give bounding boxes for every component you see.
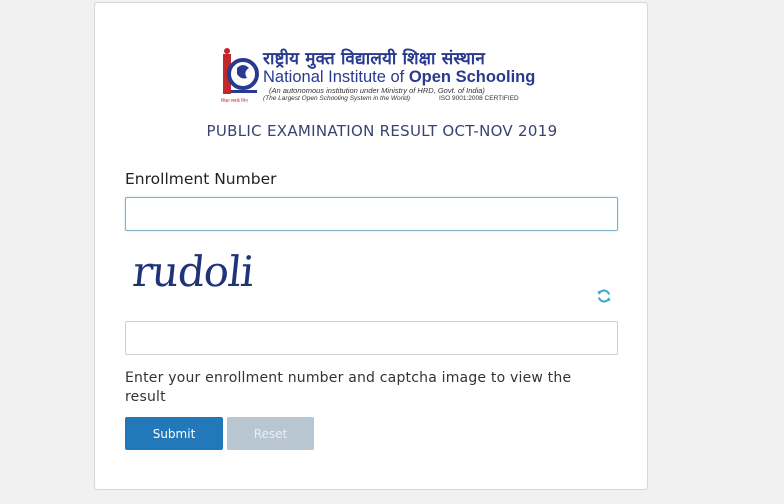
reset-button[interactable]: Reset — [227, 417, 314, 450]
captcha-text: rudoli — [130, 247, 256, 296]
logo-english-name: National Institute of Open Schooling — [263, 68, 535, 87]
logo-hindi-name: राष्ट्रीय मुक्त विद्यालयी शिक्षा संस्थान — [263, 49, 485, 69]
instruction-text: Enter your enrollment number and captcha… — [125, 370, 572, 405]
nios-logo: शिक्षा सबके लिए राष्ट्रीय मुक्त विद्यालय… — [221, 46, 535, 108]
result-card: शिक्षा सबके लिए राष्ट्रीय मुक्त विद्यालय… — [94, 2, 648, 490]
enrollment-label: Enrollment Number — [125, 170, 277, 188]
captcha-input[interactable] — [125, 321, 618, 355]
refresh-icon[interactable] — [596, 288, 612, 304]
logo-subtitle: (An autonomous institution under Ministr… — [269, 86, 485, 95]
logo-english-bold: Open Schooling — [408, 68, 536, 86]
submit-button[interactable]: Submit — [125, 417, 223, 450]
enrollment-input[interactable] — [125, 197, 618, 231]
nios-emblem-icon — [223, 48, 259, 94]
logo-tagline: (The Largest Open Schooling System in th… — [263, 95, 411, 102]
page-title: PUBLIC EXAMINATION RESULT OCT-NOV 2019 — [206, 122, 558, 140]
emblem-tagline: शिक्षा सबके लिए — [221, 98, 248, 103]
logo-english-prefix: National Institute of — [263, 68, 409, 86]
logo-iso: ISO 9001:2008 CERTIFIED — [439, 95, 519, 102]
captcha-image: rudoli — [125, 245, 256, 303]
